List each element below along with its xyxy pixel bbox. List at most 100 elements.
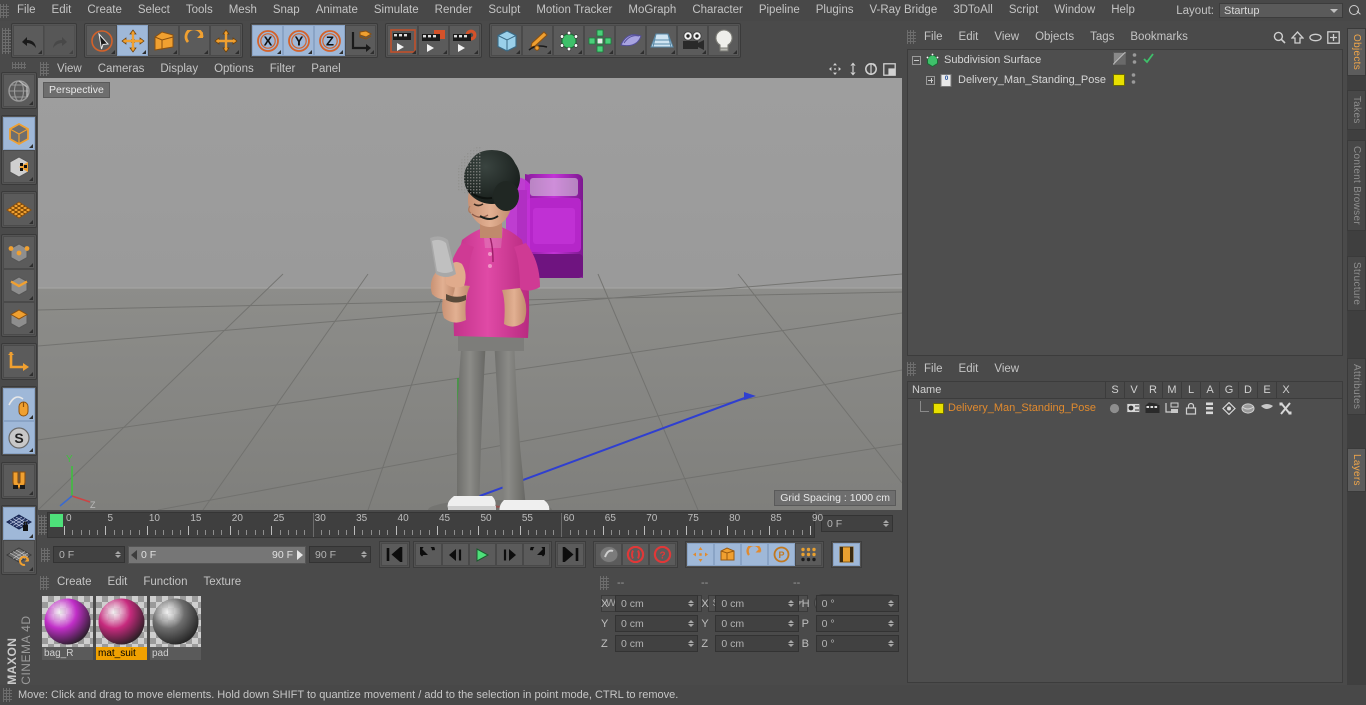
render-icon[interactable] xyxy=(1143,402,1162,414)
object-menu-file[interactable]: File xyxy=(916,27,951,48)
menu-animate[interactable]: Animate xyxy=(308,0,366,21)
key-rotation-button[interactable] xyxy=(741,543,768,566)
spline-pen-button[interactable] xyxy=(522,25,553,56)
mograph-cloner-button[interactable] xyxy=(584,25,615,56)
vertical-tab-attributes[interactable]: Attributes xyxy=(1347,358,1366,416)
range-left-arrow-icon[interactable] xyxy=(131,549,137,560)
viewport-3d-canvas[interactable]: Y Z Perspective Grid Spacing: 1000 cm xyxy=(38,78,902,510)
menubar-gripper[interactable] xyxy=(0,3,9,18)
start-frame-field[interactable]: 0 F xyxy=(53,546,125,563)
axis-tool-button[interactable] xyxy=(3,345,35,379)
material-menu-function[interactable]: Function xyxy=(135,572,195,593)
spinner-icon[interactable] xyxy=(881,520,890,527)
material-menu-edit[interactable]: Edit xyxy=(100,572,136,593)
layer-table[interactable]: Name S V R M L A G D E X Delivery_Man_Standing_Pos… xyxy=(907,381,1343,683)
material-item[interactable]: pad xyxy=(150,596,201,681)
spinner-icon[interactable] xyxy=(787,620,796,627)
generator-button[interactable] xyxy=(553,25,584,56)
search-icon[interactable] xyxy=(1348,4,1362,18)
deformer-layer-icon[interactable] xyxy=(1238,402,1257,415)
menu-render[interactable]: Render xyxy=(427,0,481,21)
texture-axis-button[interactable] xyxy=(3,150,35,184)
x-axis-button[interactable]: X xyxy=(252,25,283,56)
rotate-tool-button[interactable] xyxy=(179,25,210,56)
layout-dropdown[interactable]: Startup xyxy=(1219,3,1343,18)
menu-mesh[interactable]: Mesh xyxy=(221,0,265,21)
range-right-arrow-icon[interactable] xyxy=(297,549,303,560)
layer-menu-file[interactable]: File xyxy=(916,359,951,380)
go-to-end-button[interactable] xyxy=(557,543,584,566)
vertical-tab-objects[interactable]: Objects xyxy=(1347,28,1366,77)
viewport-menu-view[interactable]: View xyxy=(49,59,90,80)
menu-3dtoall[interactable]: 3DToAll xyxy=(945,0,1001,21)
solo-dot-icon[interactable] xyxy=(1105,402,1124,415)
layer-row[interactable]: Delivery_Man_Standing_Pose xyxy=(908,399,1342,417)
material-item[interactable]: bag_R xyxy=(42,596,93,681)
viewport-menu-filter[interactable]: Filter xyxy=(262,59,304,80)
end-frame-field[interactable]: 90 F xyxy=(309,546,371,563)
key-points-button[interactable] xyxy=(795,543,822,566)
step-forward-button[interactable] xyxy=(496,543,523,566)
coordinate-field-size-x[interactable]: 0 cm xyxy=(715,595,799,612)
material-thumbnail[interactable] xyxy=(42,596,93,647)
material-item[interactable]: mat_suit xyxy=(96,596,147,681)
cube-primitive-button[interactable] xyxy=(491,25,522,56)
menu-edit[interactable]: Edit xyxy=(44,0,80,21)
menu-snap[interactable]: Snap xyxy=(265,0,308,21)
menu-simulate[interactable]: Simulate xyxy=(366,0,427,21)
y-axis-button[interactable]: Y xyxy=(283,25,314,56)
coordinate-field-rotation-b[interactable]: 0 ° xyxy=(815,635,899,652)
previous-keyframe-button[interactable] xyxy=(415,543,442,566)
vertical-tab-takes[interactable]: Takes xyxy=(1347,90,1366,130)
add-panel-icon[interactable] xyxy=(1327,30,1340,44)
visibility-dots-icon[interactable] xyxy=(1132,52,1137,68)
manager-icon[interactable] xyxy=(1162,402,1181,414)
visible-icon[interactable] xyxy=(1124,402,1143,414)
magnet-button[interactable] xyxy=(3,464,35,498)
material-menu-texture[interactable]: Texture xyxy=(195,572,249,593)
phong-tag-icon[interactable] xyxy=(1113,52,1126,68)
coordinate-field-rotation-h[interactable]: 0 ° xyxy=(815,595,899,612)
render-region-button[interactable] xyxy=(418,25,449,56)
object-menu-edit[interactable]: Edit xyxy=(951,27,987,48)
polygon-mode-button[interactable] xyxy=(3,302,35,336)
vertical-tab-content-browser[interactable]: Content Browser xyxy=(1347,140,1366,231)
spinner-icon[interactable] xyxy=(113,551,122,558)
menu-pipeline[interactable]: Pipeline xyxy=(751,0,808,21)
coordinate-field-position-x[interactable]: 0 cm xyxy=(615,595,699,612)
expression-icon[interactable] xyxy=(1257,403,1276,413)
coordinate-field-size-y[interactable]: 0 cm xyxy=(715,615,799,632)
menu-character[interactable]: Character xyxy=(684,0,751,21)
viewport-mouse-button[interactable] xyxy=(3,388,35,422)
key-param-button[interactable]: P xyxy=(768,543,795,566)
edge-mode-button[interactable] xyxy=(3,269,35,303)
spinner-icon[interactable] xyxy=(887,600,896,607)
world-axis-button[interactable] xyxy=(345,25,376,56)
coordinates-gripper[interactable] xyxy=(600,575,609,590)
spinner-icon[interactable] xyxy=(686,600,695,607)
generator-layer-icon[interactable] xyxy=(1219,401,1238,415)
scale-tool-button[interactable] xyxy=(148,25,179,56)
workplane-lock-button[interactable] xyxy=(3,507,35,541)
key-scale-button[interactable] xyxy=(714,543,741,566)
timeline-gripper[interactable] xyxy=(38,515,47,535)
viewport-menu-options[interactable]: Options xyxy=(206,59,262,80)
frame-range-slider[interactable]: 0 F 90 F xyxy=(128,545,306,564)
object-manager-gripper[interactable] xyxy=(907,30,916,44)
coordinate-field-size-z[interactable]: 0 cm xyxy=(715,635,799,652)
layer-color-swatch[interactable] xyxy=(933,402,944,414)
key-position-button[interactable] xyxy=(687,543,714,566)
spinner-icon[interactable] xyxy=(787,640,796,647)
grid-plane-button[interactable] xyxy=(3,193,35,227)
menu-v-ray-bridge[interactable]: V-Ray Bridge xyxy=(861,0,945,21)
workplane-rotate-button[interactable] xyxy=(3,540,35,574)
step-back-button[interactable] xyxy=(442,543,469,566)
light-button[interactable] xyxy=(708,25,739,56)
spinner-icon[interactable] xyxy=(359,551,368,558)
move-alt-button[interactable] xyxy=(210,25,241,56)
render-settings-button[interactable] xyxy=(449,25,480,56)
object-menu-tags[interactable]: Tags xyxy=(1082,27,1122,48)
autokey-button[interactable] xyxy=(622,543,649,566)
object-row[interactable]: Subdivision Surface xyxy=(908,50,1342,70)
make-editable-cube-button[interactable] xyxy=(3,117,35,151)
